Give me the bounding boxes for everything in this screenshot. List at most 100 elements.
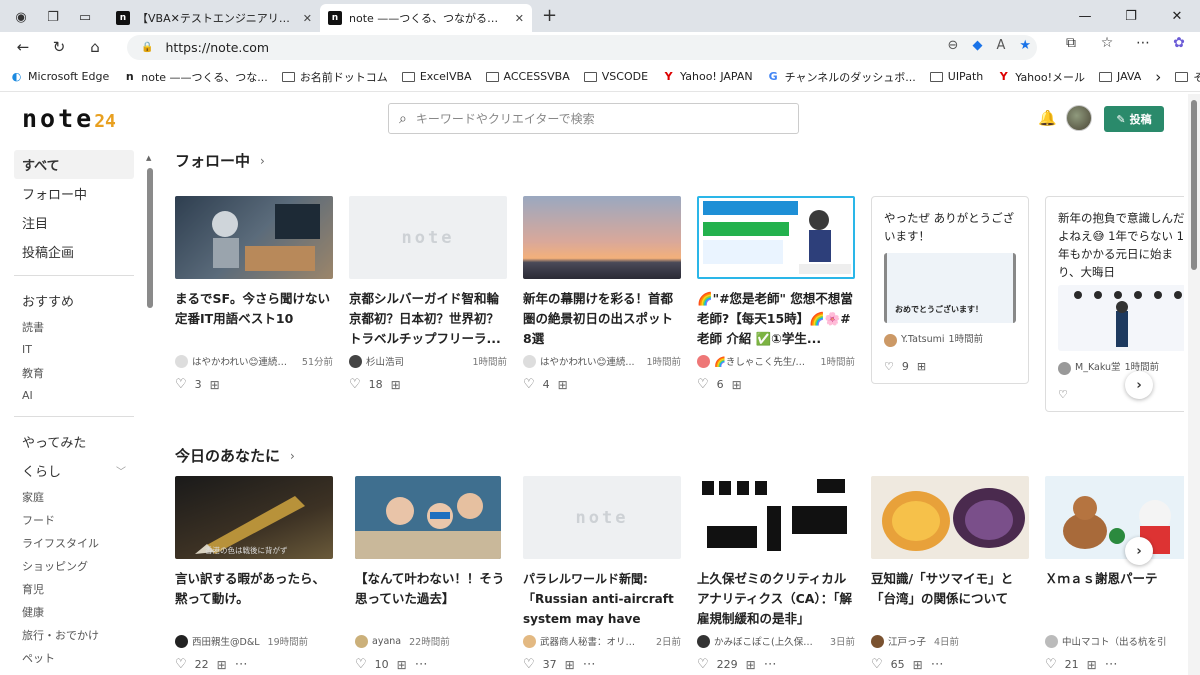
sidebar-item-education[interactable]: 教育 xyxy=(14,361,134,384)
author-name[interactable]: かみぼこぽこ(上久保誠人) xyxy=(714,634,814,648)
home-icon[interactable]: ⌂ xyxy=(86,38,104,56)
search-input[interactable]: ⌕ キーワードやクリエイターで検索 xyxy=(388,103,799,134)
browser-tab-2[interactable]: n note ——つくる、つながる、とどける。 ✕ xyxy=(320,4,532,32)
profile-icon[interactable]: ◉ xyxy=(12,8,30,26)
close-tab-icon[interactable]: ✕ xyxy=(515,12,524,25)
magazine-add-icon[interactable]: ⊞ xyxy=(397,658,407,672)
extensions-icon[interactable]: ⧉ xyxy=(1062,35,1080,51)
sidebar-item-childcare[interactable]: 育児 xyxy=(14,577,134,600)
article-card[interactable]: 香港の色は戦後に背がず 言い訳する暇があったら、黙って動け。 西田親生@D&L … xyxy=(175,476,333,672)
note-logo[interactable]: note24 xyxy=(22,104,116,133)
sidebar-item-it[interactable]: IT xyxy=(14,338,134,361)
author-name[interactable]: 江戸っ子 xyxy=(888,634,926,648)
author-avatar[interactable] xyxy=(871,634,884,648)
sidebar-item-health[interactable]: 健康 xyxy=(14,600,134,623)
article-title[interactable]: 【なんて叶わない！！そう思っていた過去】 xyxy=(355,569,513,629)
refresh-icon[interactable]: ↻ xyxy=(50,38,68,56)
favorites-icon[interactable]: ☆ xyxy=(1098,35,1116,51)
author-avatar[interactable] xyxy=(523,634,536,648)
article-title[interactable]: パラレルワールド新聞:「Russian anti-aircraft system… xyxy=(523,569,681,629)
text-post-card[interactable]: やったぜ ありがとうございます！ おめでとうございます！ Y.Tatsumi 1… xyxy=(871,196,1029,384)
bookmark-item[interactable]: JAVA xyxy=(1099,70,1141,83)
tab-actions-icon[interactable]: ▭ xyxy=(76,8,94,26)
notification-bell-icon[interactable]: 🔔 xyxy=(1038,109,1057,127)
sidebar-item-lifestyle[interactable]: ライフスタイル xyxy=(14,531,134,554)
lock-icon[interactable]: 🔒 xyxy=(141,42,153,53)
workspaces-icon[interactable]: ❐ xyxy=(44,8,62,26)
article-card[interactable]: 豆知識/「サツマイモ」と「台湾」の関係について 江戸っ子 4日前 ♡ 65 ⊞ ⋯ xyxy=(871,476,1029,672)
chevron-down-icon[interactable]: ﹀ xyxy=(116,463,126,478)
more-options-icon[interactable]: ⋯ xyxy=(415,657,429,672)
article-title[interactable]: 新年の幕開けを彩る！首都圏の絶景初日の出スポット8選 xyxy=(523,289,681,349)
author-name[interactable]: M_Kaku堂 xyxy=(1075,359,1121,377)
article-card[interactable]: note 京都シルバーガイド智和輪 京都初？日本初？世界初？トラベルチップフリー… xyxy=(349,196,507,392)
sidebar-item-shopping[interactable]: ショッピング xyxy=(14,554,134,577)
section-title-following[interactable]: フォロー中 › xyxy=(175,150,265,171)
sidebar-item-contests[interactable]: 投稿企画 xyxy=(14,237,134,266)
heart-icon[interactable]: ♡ xyxy=(523,377,535,392)
article-title[interactable]: Ｘｍａｓ謝恩パーテ xyxy=(1045,569,1184,629)
sidebar-item-home[interactable]: 家庭 xyxy=(14,485,134,508)
author-avatar[interactable] xyxy=(355,634,368,648)
magazine-add-icon[interactable]: ⊞ xyxy=(210,378,220,392)
magazine-add-icon[interactable]: ⊞ xyxy=(391,378,401,392)
sidebar-item-reading[interactable]: 読書 xyxy=(14,315,134,338)
heart-icon[interactable]: ♡ xyxy=(884,358,894,376)
sidebar-item-featured[interactable]: 注目 xyxy=(14,208,134,237)
bookmark-item[interactable]: UIPath xyxy=(929,70,983,83)
minimize-icon[interactable]: — xyxy=(1062,9,1108,24)
bookmark-item[interactable]: G チャンネルのダッシュボ... xyxy=(767,69,916,85)
more-options-icon[interactable]: ⋯ xyxy=(583,657,597,672)
page-scroll-thumb[interactable] xyxy=(1191,100,1197,270)
close-window-icon[interactable]: ✕ xyxy=(1154,9,1200,24)
author-name[interactable]: 🌈きしゃこく先生/報... xyxy=(714,354,814,368)
article-card[interactable]: note パラレルワールド新聞:「Russian anti-aircraft s… xyxy=(523,476,681,672)
sidebar-item-travel[interactable]: 旅行・おでかけ xyxy=(14,623,134,646)
author-name[interactable]: はやかわれい😊連続起... xyxy=(192,354,292,368)
shopping-tag-icon[interactable]: ◆ xyxy=(972,38,982,53)
bookmark-item[interactable]: Y Yahoo!メール xyxy=(997,69,1085,85)
magazine-add-icon[interactable]: ⊞ xyxy=(913,658,923,672)
magazine-add-icon[interactable]: ⊞ xyxy=(217,658,227,672)
sidebar-scrollbar[interactable]: ▲ xyxy=(146,154,154,674)
bookmark-item[interactable]: お名前ドットコム xyxy=(281,69,388,85)
author-avatar[interactable] xyxy=(1058,361,1071,375)
bookmark-item[interactable]: VSCODE xyxy=(583,70,648,83)
heart-icon[interactable]: ♡ xyxy=(697,657,709,672)
more-options-icon[interactable]: ⋯ xyxy=(764,657,778,672)
back-icon[interactable]: ← xyxy=(14,38,32,56)
heart-icon[interactable]: ♡ xyxy=(1045,657,1057,672)
heart-icon[interactable]: ♡ xyxy=(175,657,187,672)
bookmark-item[interactable]: ExcelVBA xyxy=(401,70,472,83)
section-title-today[interactable]: 今日のあなたに › xyxy=(175,445,295,466)
author-name[interactable]: 中山マコト（出る杭を引 xyxy=(1062,634,1167,648)
sidebar-heading-recommend[interactable]: おすすめ xyxy=(14,286,134,315)
article-card[interactable]: Ｘｍａｓ謝恩パーテ 中山マコト（出る杭を引 ♡ 21 ⊞ ⋯ xyxy=(1045,476,1184,672)
other-favorites[interactable]: その他のお気に入り xyxy=(1175,69,1200,85)
magazine-add-icon[interactable]: ⊞ xyxy=(732,378,742,392)
heart-icon[interactable]: ♡ xyxy=(175,377,187,392)
favorite-star-icon[interactable]: ★ xyxy=(1019,38,1031,53)
article-title[interactable]: 京都シルバーガイド智和輪 京都初？日本初？世界初？トラベルチップフリーラ... xyxy=(349,289,507,349)
article-title[interactable]: 言い訳する暇があったら、黙って動け。 xyxy=(175,569,333,629)
article-card[interactable]: 【なんて叶わない！！そう思っていた過去】 ayana 22時間前 ♡ 10 ⊞ ⋯ xyxy=(355,476,513,672)
browser-tab-1[interactable]: n 【VBA✕テストエンジニアリング】エビデ ✕ xyxy=(108,4,320,32)
bookmark-item[interactable]: ACCESSVBA xyxy=(485,70,570,83)
scroll-up-icon[interactable]: ▲ xyxy=(146,154,151,162)
author-avatar[interactable] xyxy=(175,354,188,368)
magazine-add-icon[interactable]: ⊞ xyxy=(1087,658,1097,672)
more-options-icon[interactable]: ⋯ xyxy=(235,657,249,672)
heart-icon[interactable]: ♡ xyxy=(697,377,709,392)
author-name[interactable]: 西田親生@D&L xyxy=(192,634,260,648)
sidebar-item-ai[interactable]: AI xyxy=(14,384,134,407)
bookmarks-overflow-icon[interactable]: › xyxy=(1155,68,1161,86)
author-avatar[interactable] xyxy=(349,354,362,368)
sidebar-item-pets[interactable]: ペット xyxy=(14,646,134,669)
zoom-icon[interactable]: ⊖ xyxy=(948,38,959,53)
sidebar-item-tried[interactable]: やってみた xyxy=(14,427,134,456)
heart-icon[interactable]: ♡ xyxy=(349,377,361,392)
author-name[interactable]: はやかわれい😊連続... xyxy=(540,354,635,368)
heart-icon[interactable]: ♡ xyxy=(523,657,535,672)
author-name[interactable]: 杉山浩司 xyxy=(366,354,404,368)
restore-icon[interactable]: ❐ xyxy=(1108,9,1154,24)
